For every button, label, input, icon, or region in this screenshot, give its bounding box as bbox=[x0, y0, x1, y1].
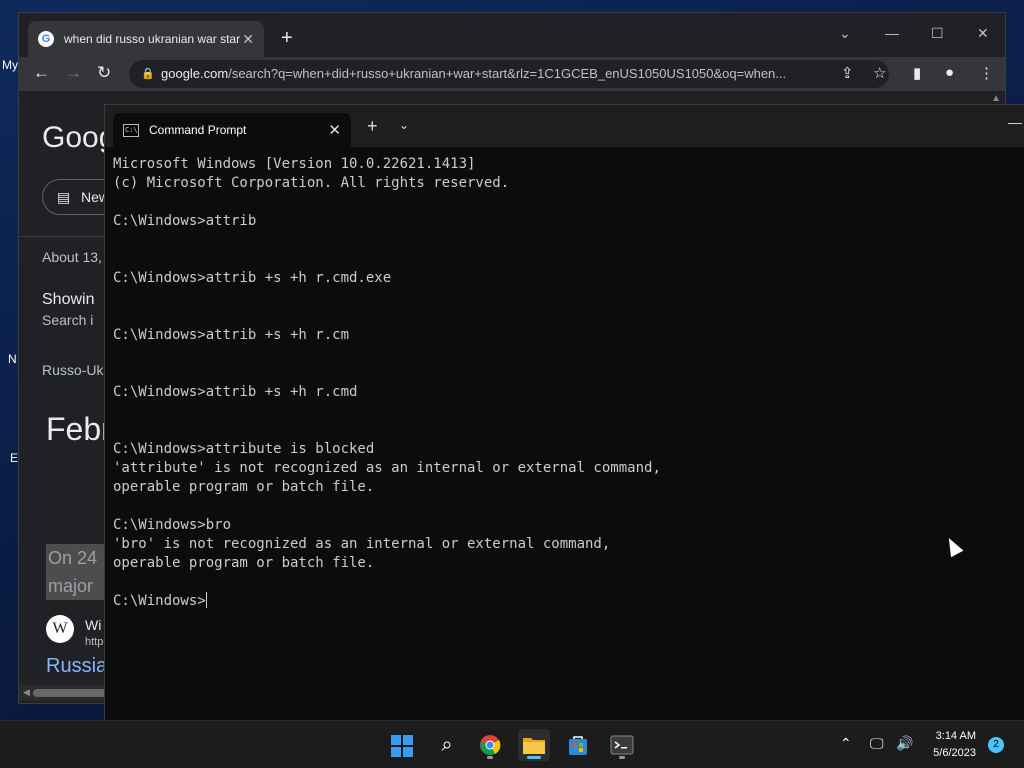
tab-search-icon[interactable]: ⌄ bbox=[839, 25, 851, 42]
active-indicator bbox=[527, 756, 541, 759]
system-clock[interactable]: 3:14 AM 5/6/2023 bbox=[933, 728, 976, 762]
running-indicator bbox=[619, 756, 625, 759]
terminal-output[interactable]: Microsoft Windows [Version 10.0.22621.14… bbox=[113, 155, 1013, 611]
chrome-tab-title: when did russo ukranian war star bbox=[64, 32, 241, 46]
text-cursor bbox=[205, 592, 207, 608]
notification-badge[interactable]: 2 bbox=[988, 737, 1004, 753]
forward-icon[interactable]: → bbox=[65, 63, 82, 83]
reload-icon[interactable]: ↻ bbox=[97, 63, 111, 83]
source-name[interactable]: Wi bbox=[85, 617, 101, 633]
terminal-line: (c) Microsoft Corporation. All rights re… bbox=[113, 175, 510, 191]
show-hidden-icons-chevron-icon[interactable]: ⌃ bbox=[840, 735, 852, 752]
store-icon bbox=[569, 736, 587, 755]
terminal-line: 'attribute' is not recognized as an inte… bbox=[113, 460, 661, 476]
close-tab-icon[interactable]: ✕ bbox=[242, 31, 254, 48]
featured-snippet-breadcrumb: Russo-Uk bbox=[42, 362, 104, 378]
terminal-window: C:\ Command Prompt ✕ + ⌄ — Microsoft Win… bbox=[104, 104, 1024, 720]
results-count: About 13, bbox=[42, 249, 102, 265]
taskbar-terminal-button[interactable] bbox=[606, 729, 638, 761]
scroll-left-arrow-icon[interactable]: ◀ bbox=[23, 687, 30, 698]
windows-logo-icon bbox=[391, 735, 413, 758]
terminal-line: operable program or batch file. bbox=[113, 555, 375, 571]
terminal-prompt: C:\Windows> bbox=[113, 593, 206, 609]
taskbar-store-button[interactable] bbox=[562, 729, 594, 761]
terminal-prompt-line[interactable]: C:\Windows> bbox=[113, 592, 1013, 611]
volume-icon[interactable]: 🔊 bbox=[896, 735, 913, 752]
new-tab-button[interactable]: + bbox=[281, 27, 293, 50]
source-url: http bbox=[85, 636, 104, 648]
terminal-tab-bar: C:\ Command Prompt ✕ + ⌄ — bbox=[105, 105, 1024, 147]
terminal-line: C:\Windows>attrib +s +h r.cm bbox=[113, 327, 350, 343]
desktop-icon-label[interactable]: My bbox=[2, 58, 18, 72]
terminal-icon bbox=[610, 735, 634, 755]
showing-results-text: Showin bbox=[42, 291, 95, 308]
side-panel-icon[interactable]: ▮ bbox=[913, 64, 921, 82]
url-path: /search?q=when+did+russo+ukranian+war+st… bbox=[228, 66, 787, 81]
desktop-icon-label[interactable]: E bbox=[10, 451, 18, 465]
taskbar-file-explorer-button[interactable] bbox=[518, 729, 550, 761]
start-button[interactable] bbox=[386, 729, 418, 761]
result-link[interactable]: Russia bbox=[46, 655, 107, 678]
share-icon[interactable]: ⇪ bbox=[841, 64, 854, 82]
more-menu-icon[interactable]: ⋮ bbox=[979, 64, 994, 82]
terminal-line: C:\Windows>attrib +s +h r.cmd.exe bbox=[113, 270, 392, 286]
chrome-icon bbox=[480, 735, 501, 756]
clock-time: 3:14 AM bbox=[935, 730, 976, 742]
new-tab-button[interactable]: + bbox=[367, 116, 378, 137]
search-icon: ⌕ bbox=[441, 734, 453, 756]
taskbar-chrome-button[interactable] bbox=[474, 729, 506, 761]
folder-icon bbox=[523, 738, 545, 754]
terminal-lines: Microsoft Windows [Version 10.0.22621.14… bbox=[113, 155, 1013, 592]
terminal-line: C:\Windows>attrib bbox=[113, 213, 257, 229]
chrome-tab[interactable]: G when did russo ukranian war star ✕ bbox=[28, 21, 264, 57]
terminal-line: C:\Windows>attrib +s +h r.cmd bbox=[113, 384, 358, 400]
url-host: google.com bbox=[161, 66, 229, 81]
running-indicator bbox=[487, 756, 493, 759]
scroll-up-arrow-icon[interactable]: ▲ bbox=[991, 93, 1001, 104]
clock-date: 5/6/2023 bbox=[933, 747, 976, 759]
maximize-icon[interactable]: ☐ bbox=[931, 25, 944, 42]
profile-icon[interactable]: ● bbox=[945, 64, 954, 81]
taskbar: ⌕ ⌃ 🖵 🔊 3:14 AM 5/6/2023 2 bbox=[0, 720, 1024, 768]
news-icon: ▤ bbox=[57, 189, 71, 205]
command-prompt-icon: C:\ bbox=[123, 123, 139, 137]
lock-icon: 🔒 bbox=[141, 68, 155, 80]
terminal-line: operable program or batch file. bbox=[113, 479, 375, 495]
desktop-icon-label[interactable]: N bbox=[8, 352, 17, 366]
google-favicon-icon: G bbox=[38, 31, 54, 47]
featured-answer: Febr bbox=[46, 411, 112, 447]
back-icon[interactable]: ← bbox=[33, 63, 50, 83]
terminal-line: C:\Windows>bro bbox=[113, 517, 232, 533]
chevron-down-icon[interactable]: ⌄ bbox=[399, 118, 409, 132]
wikipedia-icon: W bbox=[46, 615, 74, 643]
bookmark-star-icon[interactable]: ☆ bbox=[873, 64, 886, 82]
search-instead-link[interactable]: Search i bbox=[42, 312, 93, 328]
minimize-icon[interactable]: — bbox=[885, 25, 899, 41]
scrollbar-thumb[interactable] bbox=[33, 689, 113, 697]
close-window-icon[interactable]: ✕ bbox=[977, 25, 989, 42]
minimize-icon[interactable]: — bbox=[1008, 114, 1022, 130]
close-tab-icon[interactable]: ✕ bbox=[328, 121, 341, 139]
taskbar-search-button[interactable]: ⌕ bbox=[431, 729, 463, 761]
terminal-line: Microsoft Windows [Version 10.0.22621.14… bbox=[113, 156, 476, 172]
chrome-toolbar: ← → ↻ 🔒 google.com/search?q=when+did+rus… bbox=[19, 57, 1005, 91]
terminal-line: C:\Windows>attribute is blocked bbox=[113, 441, 375, 457]
terminal-tab-title: Command Prompt bbox=[149, 123, 247, 137]
address-bar[interactable]: 🔒 google.com/search?q=when+did+russo+ukr… bbox=[129, 60, 889, 88]
chrome-tab-bar: G when did russo ukranian war star ✕ + ⌄… bbox=[19, 13, 1005, 57]
network-icon[interactable]: 🖵 bbox=[870, 735, 884, 752]
terminal-line: 'bro' is not recognized as an internal o… bbox=[113, 536, 611, 552]
terminal-tab[interactable]: C:\ Command Prompt ✕ bbox=[113, 113, 351, 147]
